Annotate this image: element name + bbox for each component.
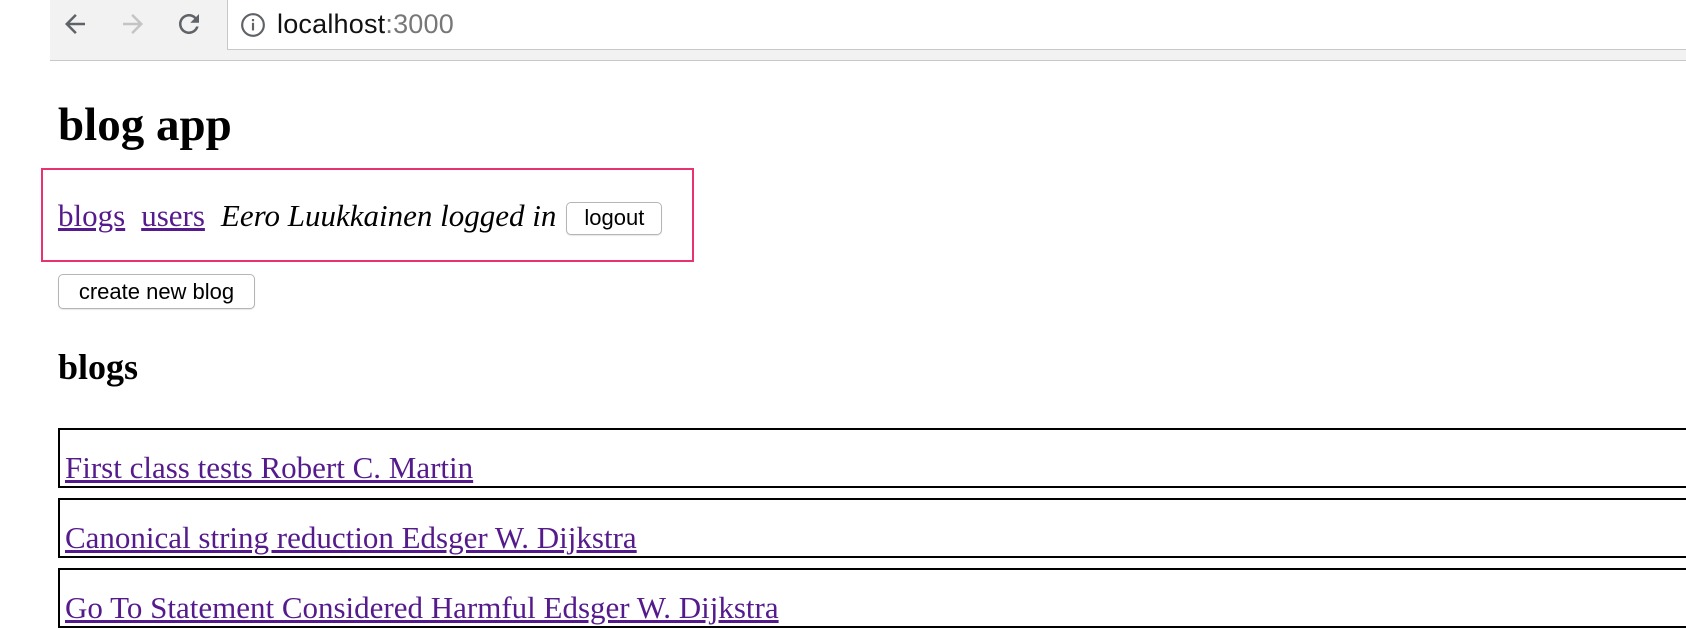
url-host: localhost [277, 9, 386, 39]
blog-list-item: Go To Statement Considered Harmful Edsge… [58, 568, 1686, 628]
blog-list-item: First class tests Robert C. Martin [58, 428, 1686, 488]
nav-menu: blogs users Eero Luukkainen logged in lo… [58, 196, 663, 236]
address-bar[interactable]: localhost:3000 [227, 0, 1686, 50]
blog-link[interactable]: First class tests Robert C. Martin [65, 450, 473, 486]
nav-link-blogs[interactable]: blogs [58, 198, 125, 234]
logout-button[interactable]: logout [566, 201, 663, 235]
page-title: blog app [58, 99, 232, 151]
back-arrow-icon[interactable] [55, 4, 95, 44]
nav-link-users[interactable]: users [141, 198, 205, 234]
forward-arrow-icon[interactable] [113, 4, 153, 44]
info-icon[interactable] [239, 11, 267, 39]
reload-icon[interactable] [169, 4, 209, 44]
blog-link[interactable]: Canonical string reduction Edsger W. Dij… [65, 520, 637, 556]
logged-in-status: Eero Luukkainen logged in [220, 198, 557, 233]
blog-link[interactable]: Go To Statement Considered Harmful Edsge… [65, 590, 779, 626]
url-text: localhost:3000 [277, 9, 454, 40]
blog-list-item: Canonical string reduction Edsger W. Dij… [58, 498, 1686, 558]
browser-toolbar: localhost:3000 [50, 0, 1686, 61]
create-new-blog-button[interactable]: create new blog [58, 274, 255, 309]
url-port: :3000 [385, 9, 454, 39]
blogs-heading: blogs [58, 347, 139, 387]
